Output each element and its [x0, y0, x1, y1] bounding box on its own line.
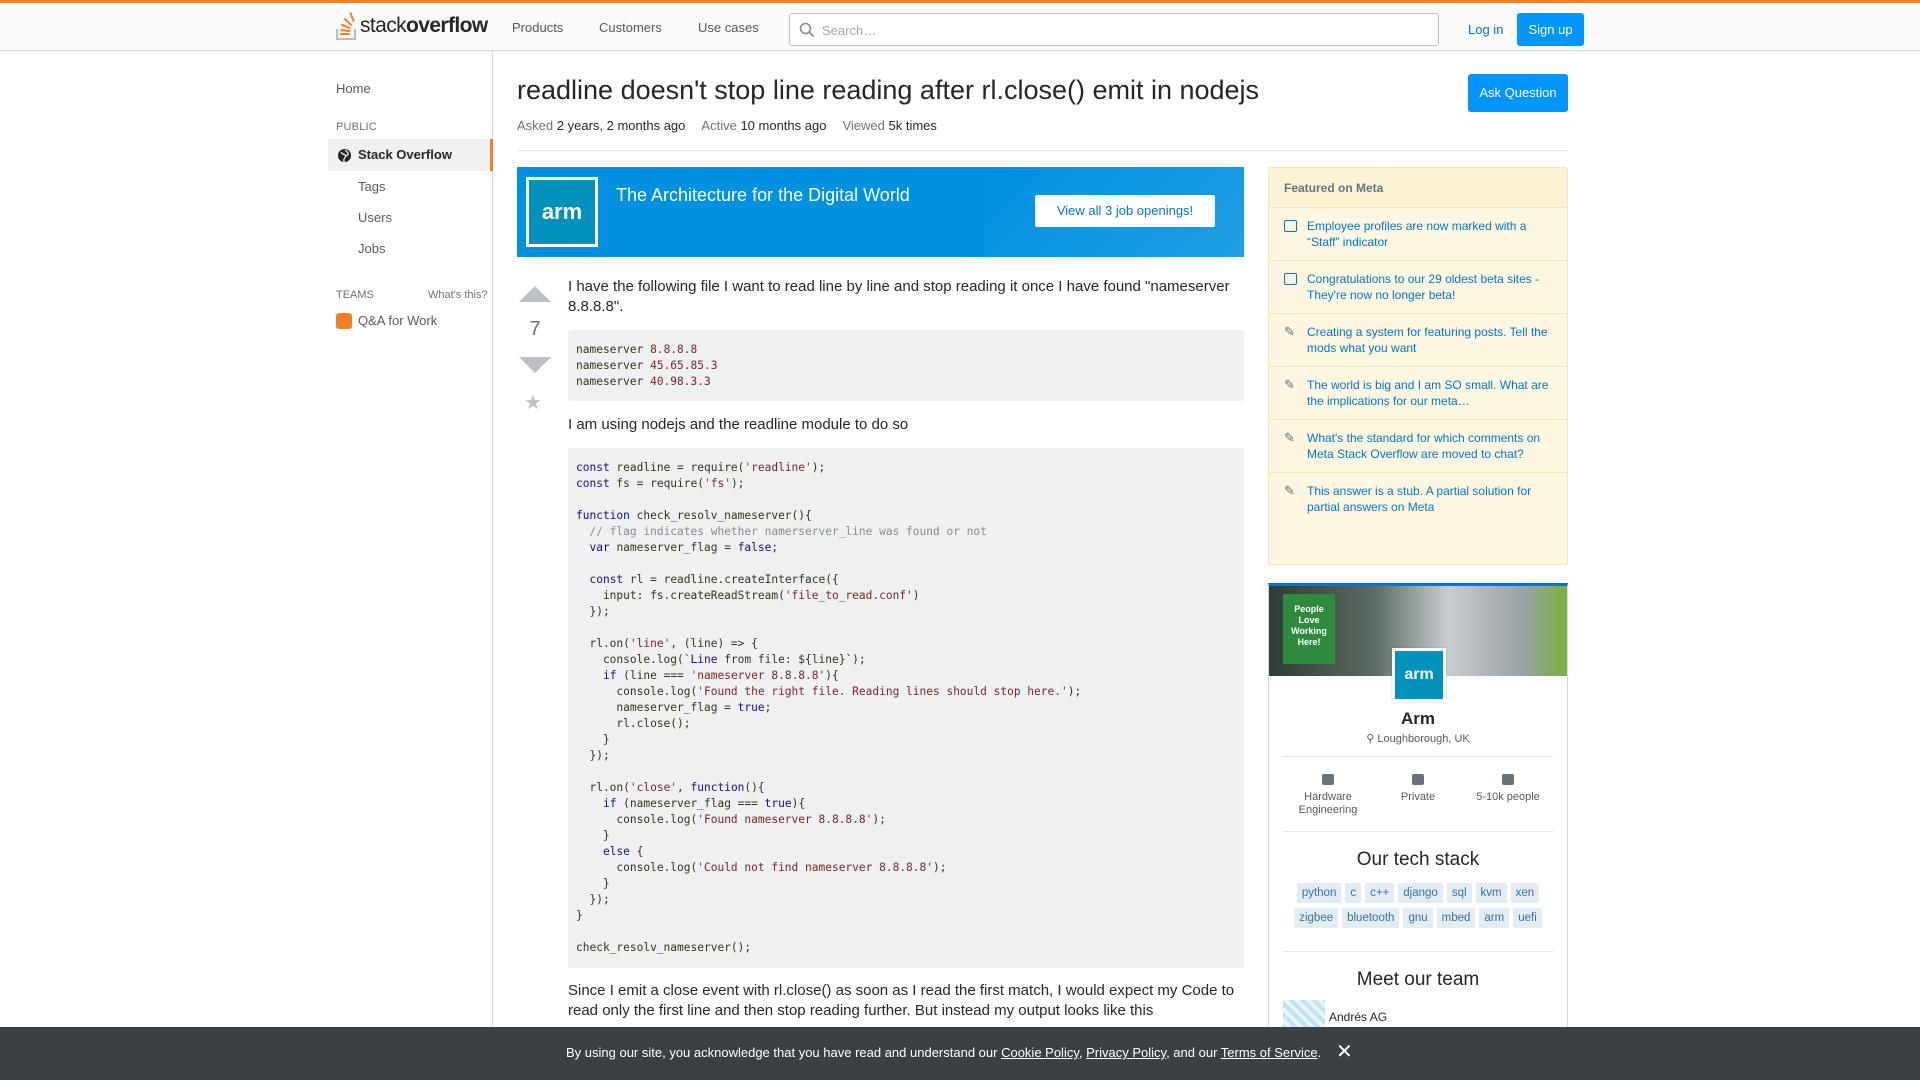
ask-question-button[interactable]: Ask Question [1468, 74, 1568, 112]
search-icon [799, 22, 815, 38]
meta-link[interactable]: ✎ This answer is a stub. A partial soluti… [1269, 473, 1567, 525]
featured-on-meta: Featured on Meta Employee profiles are n… [1268, 167, 1568, 565]
divider [1283, 756, 1553, 757]
team-member-name[interactable]: Andrés AG [1329, 1010, 1387, 1024]
whats-this-link[interactable]: What's this? [428, 289, 488, 301]
top-bar: stackoverflow Products Customers Use cas… [0, 0, 1920, 51]
meta-link[interactable]: Employee profiles are now marked with a … [1269, 208, 1567, 261]
close-icon[interactable]: ✕ [1336, 1039, 1353, 1064]
post-paragraph: I have the following file I want to read… [568, 278, 1230, 315]
tech-tag[interactable]: uefi [1513, 908, 1542, 928]
pencil-icon: ✎ [1284, 377, 1295, 392]
divider [517, 150, 1568, 151]
tech-tag[interactable]: xen [1510, 883, 1540, 903]
tech-tag[interactable]: mbed [1436, 908, 1476, 928]
sidebar-item-stack-overflow[interactable]: Stack Overflow [328, 139, 493, 171]
tech-tag[interactable]: c++ [1365, 883, 1395, 903]
speech-bubble-icon [1284, 273, 1297, 285]
featured-meta-heading: Featured on Meta [1269, 168, 1567, 208]
company-facts: Hardware Engineering Private 5-10k peopl… [1283, 774, 1553, 817]
briefcase-icon [336, 313, 352, 329]
sidebar-section-public: PUBLIC [336, 121, 377, 133]
pencil-icon: ✎ [1284, 483, 1295, 498]
stackoverflow-logo[interactable]: stackoverflow [336, 11, 488, 41]
meta-link[interactable]: ✎ What's the standard for which comments … [1269, 420, 1567, 473]
terms-of-service-link[interactable]: Terms of Service [1221, 1045, 1318, 1060]
sidebar-item-jobs[interactable]: Jobs [358, 241, 385, 256]
fact-size: 5-10k people [1468, 774, 1548, 817]
meet-team-heading: Meet our team [1356, 969, 1480, 990]
post-paragraph: Since I emit a close event with rl.close… [568, 982, 1235, 1019]
view-job-openings-button[interactable]: View all 3 job openings! [1035, 195, 1215, 227]
sidebar-item-label: Stack Overflow [358, 147, 452, 162]
meta-link[interactable]: ✎ Creating a system for featuring posts. … [1269, 314, 1567, 367]
favorite-star-icon[interactable]: ★ [524, 390, 542, 415]
sidebar-item-tags[interactable]: Tags [358, 179, 385, 194]
nav-products[interactable]: Products [512, 3, 581, 51]
post-paragraph: I am using nodejs and the readline modul… [568, 416, 909, 433]
meta-link[interactable]: ✎ The world is big and I am SO small. Wha… [1269, 367, 1567, 420]
stackoverflow-logo-icon [336, 12, 356, 40]
signup-button[interactable]: Sign up [1517, 13, 1584, 46]
logo-text: stackoverflow [360, 14, 488, 37]
divider [1283, 951, 1553, 952]
left-sidebar: Home PUBLIC Stack Overflow Tags Users Jo… [328, 51, 493, 1080]
sidebar-section-teams: TEAMS [336, 289, 374, 301]
tech-tag[interactable]: bluetooth [1342, 908, 1400, 928]
people-icon [1502, 774, 1514, 785]
building-icon [1322, 774, 1334, 785]
fact-ownership: Private [1378, 774, 1458, 817]
pencil-icon: ✎ [1284, 430, 1295, 445]
code-block-js: const readline = require('readline'); co… [568, 448, 1244, 968]
company-name[interactable]: Arm [1269, 709, 1567, 729]
job-ad-banner[interactable]: arm The Architecture for the Digital Wor… [517, 167, 1244, 257]
page-title[interactable]: readline doesn't stop line reading after… [517, 75, 1259, 106]
company-poster: People Love Working Here! [1283, 594, 1335, 664]
tech-tag[interactable]: django [1398, 883, 1443, 903]
cookie-policy-link[interactable]: Cookie Policy [1001, 1045, 1079, 1060]
banner-tagline: The Architecture for the Digital World [616, 185, 910, 205]
asked-info: Asked 2 years, 2 months ago [517, 118, 686, 133]
tech-stack-heading: Our tech stack [1356, 849, 1480, 870]
code-block-config: nameserver 8.8.8.8 nameserver 45.65.85.3… [568, 330, 1244, 401]
speech-bubble-icon [1284, 220, 1297, 232]
pencil-icon: ✎ [1284, 324, 1295, 339]
tech-tag[interactable]: kvm [1475, 883, 1507, 903]
tech-tag[interactable]: zigbee [1294, 908, 1339, 928]
active-info[interactable]: Active 10 months ago [701, 118, 826, 133]
sidebar-item-home[interactable]: Home [336, 81, 371, 96]
login-button[interactable]: Log in [1458, 13, 1513, 46]
tech-tag[interactable]: c [1345, 883, 1362, 903]
meta-link[interactable]: Congratulations to our 29 oldest beta si… [1269, 261, 1567, 314]
cookie-banner: By using our site, you acknowledge that … [0, 1027, 1920, 1080]
arm-logo: arm [526, 177, 598, 247]
company-card[interactable]: People Love Working Here! arm Arm ⚲ Loug… [1268, 583, 1568, 1080]
tech-stack-tags: python c c++ django sql kvm xen zigbee b… [1293, 883, 1543, 928]
sidebar-item-users[interactable]: Users [358, 210, 392, 225]
tech-tag[interactable]: python [1296, 883, 1342, 903]
briefcase-icon [1412, 774, 1424, 785]
tech-tag[interactable]: arm [1479, 908, 1510, 928]
fact-industry: Hardware Engineering [1288, 774, 1368, 817]
vote-count: 7 [529, 318, 541, 340]
privacy-policy-link[interactable]: Privacy Policy [1086, 1045, 1166, 1060]
nav-customers[interactable]: Customers [599, 3, 680, 51]
sidebar-item-qa-for-work[interactable]: Q&A for Work [358, 313, 437, 328]
tech-tag[interactable]: sql [1446, 883, 1472, 903]
company-location: ⚲ Loughborough, UK [1366, 733, 1470, 745]
globe-icon [337, 148, 352, 163]
location-pin-icon: ⚲ [1366, 733, 1375, 745]
nav-use-cases[interactable]: Use cases [698, 3, 777, 51]
question-meta: Asked 2 years, 2 months ago Active 10 mo… [517, 118, 937, 133]
tech-tag[interactable]: gnu [1403, 908, 1433, 928]
divider [1283, 831, 1553, 832]
search-placeholder: Search… [822, 23, 877, 38]
downvote-arrow-icon[interactable] [519, 357, 551, 373]
viewed-info: Viewed 5k times [842, 118, 937, 133]
cookie-text: By using our site, you acknowledge that … [566, 1045, 1322, 1060]
company-logo[interactable]: arm [1392, 648, 1446, 702]
search-input[interactable]: Search… [789, 13, 1439, 46]
upvote-arrow-icon[interactable] [519, 286, 551, 302]
